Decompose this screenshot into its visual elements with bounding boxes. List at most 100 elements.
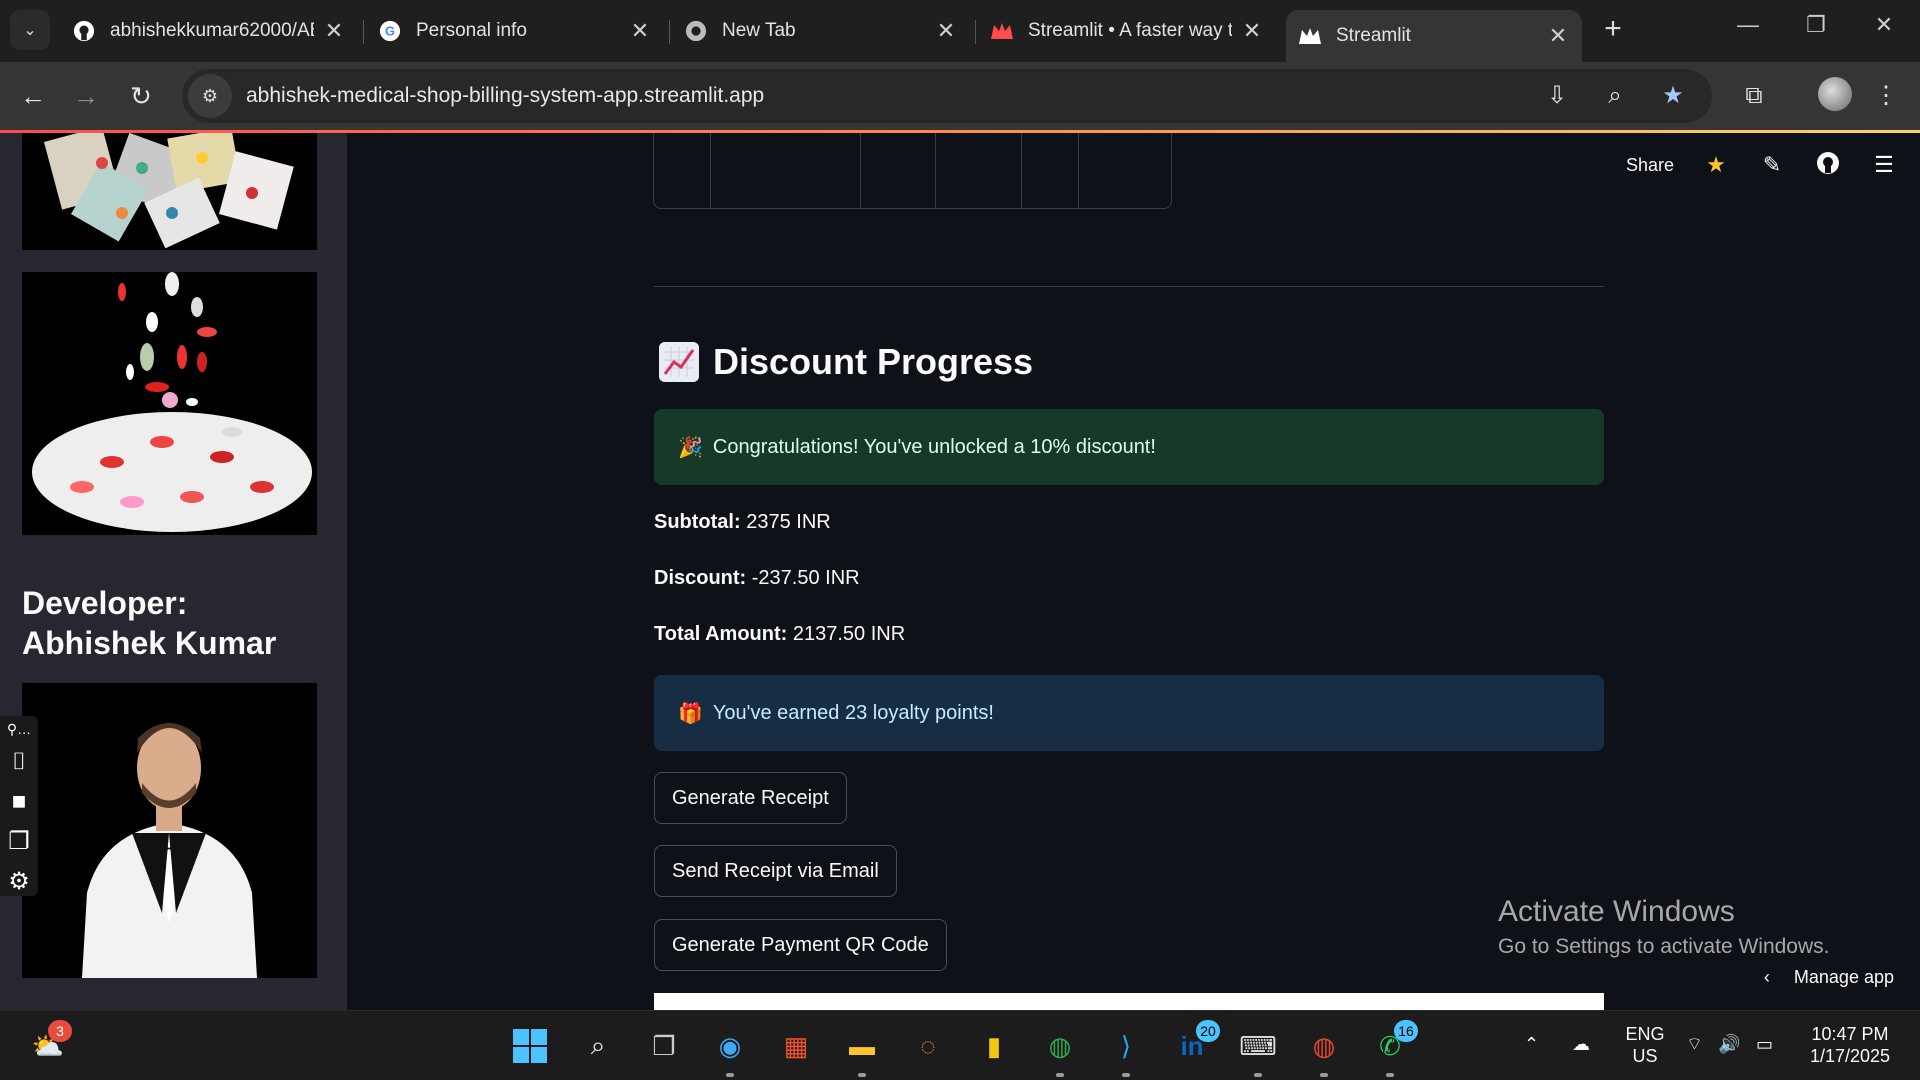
whatsapp-badge: 16: [1394, 1020, 1418, 1042]
close-icon[interactable]: ✕: [322, 18, 346, 44]
tab-github[interactable]: abhishekkumar62000/AB ✕: [60, 10, 358, 52]
powerbi-icon: ▮: [986, 1030, 1002, 1061]
profile-avatar[interactable]: [1818, 77, 1852, 111]
zoom-icon[interactable]: ⌕: [1600, 79, 1630, 113]
chevron-up-icon: ⌃: [1524, 1034, 1540, 1054]
onedrive-icon[interactable]: ☁: [1572, 1033, 1590, 1055]
party-popper-icon: 🎉: [678, 436, 703, 459]
hamburger-menu-icon[interactable]: ☰: [1870, 151, 1898, 179]
terminal-icon: ⌨: [1239, 1030, 1277, 1061]
extensions-icon[interactable]: ⧉: [1736, 78, 1772, 114]
chart-increasing-icon: [659, 342, 699, 382]
activate-windows-watermark: Activate Windows Go to Settings to activ…: [1498, 895, 1830, 959]
camera-icon[interactable]: ⌷: [0, 742, 38, 782]
wifi-icon[interactable]: ⌔: [1686, 1033, 1703, 1055]
windows-logo-icon: [513, 1029, 547, 1063]
close-window-button[interactable]: ✕: [1854, 12, 1914, 46]
share-button[interactable]: Share: [1626, 155, 1674, 176]
tab-search-button[interactable]: ⌄: [10, 10, 50, 50]
more-tools-icon[interactable]: ⚲…: [0, 716, 38, 742]
edge-icon: ◉: [718, 1030, 742, 1061]
site-info-icon[interactable]: ⚙: [188, 74, 232, 118]
close-icon: ✕: [1874, 12, 1894, 37]
restore-icon: ❐: [1806, 12, 1826, 37]
developer-heading: Developer: Abhishek Kumar: [22, 585, 277, 661]
generate-receipt-button[interactable]: Generate Receipt: [654, 772, 847, 824]
vscode-icon: ⟩: [1120, 1030, 1132, 1061]
settings-gear-icon[interactable]: ⚙: [0, 862, 38, 902]
whatsapp-app[interactable]: ✆ 16: [1368, 1020, 1418, 1077]
chrome-profile-app[interactable]: ◍: [1302, 1024, 1346, 1077]
jupyter-icon: ◌: [920, 1030, 936, 1061]
reload-button[interactable]: ↻: [123, 78, 159, 114]
tab-new-tab[interactable]: New Tab ✕: [672, 10, 970, 52]
generate-qr-button[interactable]: Generate Payment QR Code: [654, 919, 947, 971]
info-alert: 🎁 You've earned 23 loyalty points!: [654, 675, 1604, 751]
vscode-app[interactable]: ⟩: [1104, 1024, 1148, 1077]
search-icon: ⌕: [590, 1030, 606, 1060]
task-view-button[interactable]: ❐: [642, 1024, 686, 1068]
close-icon[interactable]: ✕: [934, 18, 958, 44]
bookmark-star-icon[interactable]: ★: [1658, 79, 1688, 113]
tab-separator: [975, 20, 976, 44]
clock[interactable]: 10:47 PM 1/17/2025: [1800, 1023, 1900, 1067]
clock-date: 1/17/2025: [1809, 1046, 1891, 1066]
search-button[interactable]: ⌕: [576, 1024, 620, 1068]
linkedin-app[interactable]: in 20: [1170, 1020, 1220, 1068]
tab-streamlit-home[interactable]: Streamlit • A faster way t ✕: [978, 10, 1276, 52]
tab-streamlit-active[interactable]: Streamlit ✕: [1286, 10, 1582, 62]
back-button[interactable]: ←: [15, 78, 51, 114]
windows-icon[interactable]: ❐: [0, 822, 38, 862]
send-receipt-email-button[interactable]: Send Receipt via Email: [654, 845, 897, 897]
tab-personal-info[interactable]: G Personal info ✕: [366, 10, 664, 52]
total-line: Total Amount: 2137.50 INR: [654, 623, 905, 646]
github-icon[interactable]: [1814, 151, 1842, 179]
volume-icon[interactable]: 🔊: [1718, 1033, 1740, 1055]
forward-button[interactable]: →: [68, 78, 104, 114]
store-app[interactable]: ▦: [774, 1024, 818, 1068]
reload-icon: ↻: [130, 81, 152, 111]
close-icon[interactable]: ✕: [1546, 23, 1570, 49]
show-hidden-icons-button[interactable]: ⌃: [1524, 1033, 1539, 1055]
gift-icon: 🎁: [678, 702, 703, 725]
section-title-text: Discount Progress: [713, 341, 1034, 382]
new-tab-button[interactable]: +: [1596, 14, 1630, 48]
subtotal-line: Subtotal: 2375 INR: [654, 511, 831, 534]
task-view-icon: ❐: [652, 1030, 676, 1061]
weather-widget[interactable]: ⛅ 3: [26, 1020, 72, 1068]
terminal-app[interactable]: ⌨: [1236, 1024, 1280, 1077]
start-button[interactable]: [508, 1024, 552, 1068]
jupyter-app[interactable]: ◌: [906, 1024, 950, 1068]
data-table-bottom: [653, 133, 1172, 209]
screenshot-tool-panel: ⚲… ⌷ ■ ❐ ⚙: [0, 716, 38, 896]
chrome-app[interactable]: ◍: [1038, 1024, 1082, 1077]
star-icon[interactable]: ★: [1702, 151, 1730, 179]
close-icon[interactable]: ✕: [1240, 18, 1264, 44]
chrome-icon: [684, 19, 708, 43]
address-url[interactable]: abhishek-medical-shop-billing-system-app…: [246, 84, 764, 108]
edge-app[interactable]: ◉: [708, 1024, 752, 1077]
arrow-left-icon: ←: [20, 81, 46, 111]
medicine-packs-image: [22, 133, 317, 250]
edit-pencil-icon[interactable]: ✎: [1758, 151, 1786, 179]
powerbi-app[interactable]: ▮: [972, 1024, 1016, 1068]
battery-icon[interactable]: ▭: [1756, 1033, 1773, 1055]
linkedin-badge: 20: [1196, 1020, 1220, 1042]
tab-title: New Tab: [722, 20, 796, 41]
close-icon[interactable]: ✕: [628, 18, 652, 44]
video-icon[interactable]: ■: [0, 782, 38, 822]
restore-button[interactable]: ❐: [1786, 12, 1846, 46]
store-icon: ▦: [783, 1030, 809, 1061]
manage-app-label: Manage app: [1793, 967, 1894, 987]
file-explorer-app[interactable]: ▬: [840, 1024, 884, 1077]
arrow-right-icon: →: [73, 81, 99, 111]
minimize-button[interactable]: —: [1718, 12, 1778, 46]
total-value: 2137.50 INR: [787, 623, 906, 645]
plus-icon: +: [1604, 12, 1622, 45]
weather-badge: 3: [48, 1020, 72, 1042]
menu-kebab-icon[interactable]: ⋮: [1868, 78, 1904, 114]
install-app-icon[interactable]: ⇩: [1542, 79, 1572, 113]
address-bar[interactable]: ⚙ abhishek-medical-shop-billing-system-a…: [182, 69, 1712, 123]
manage-app-button[interactable]: ‹ Manage app: [1764, 967, 1894, 988]
language-indicator[interactable]: ENG US: [1620, 1023, 1670, 1067]
